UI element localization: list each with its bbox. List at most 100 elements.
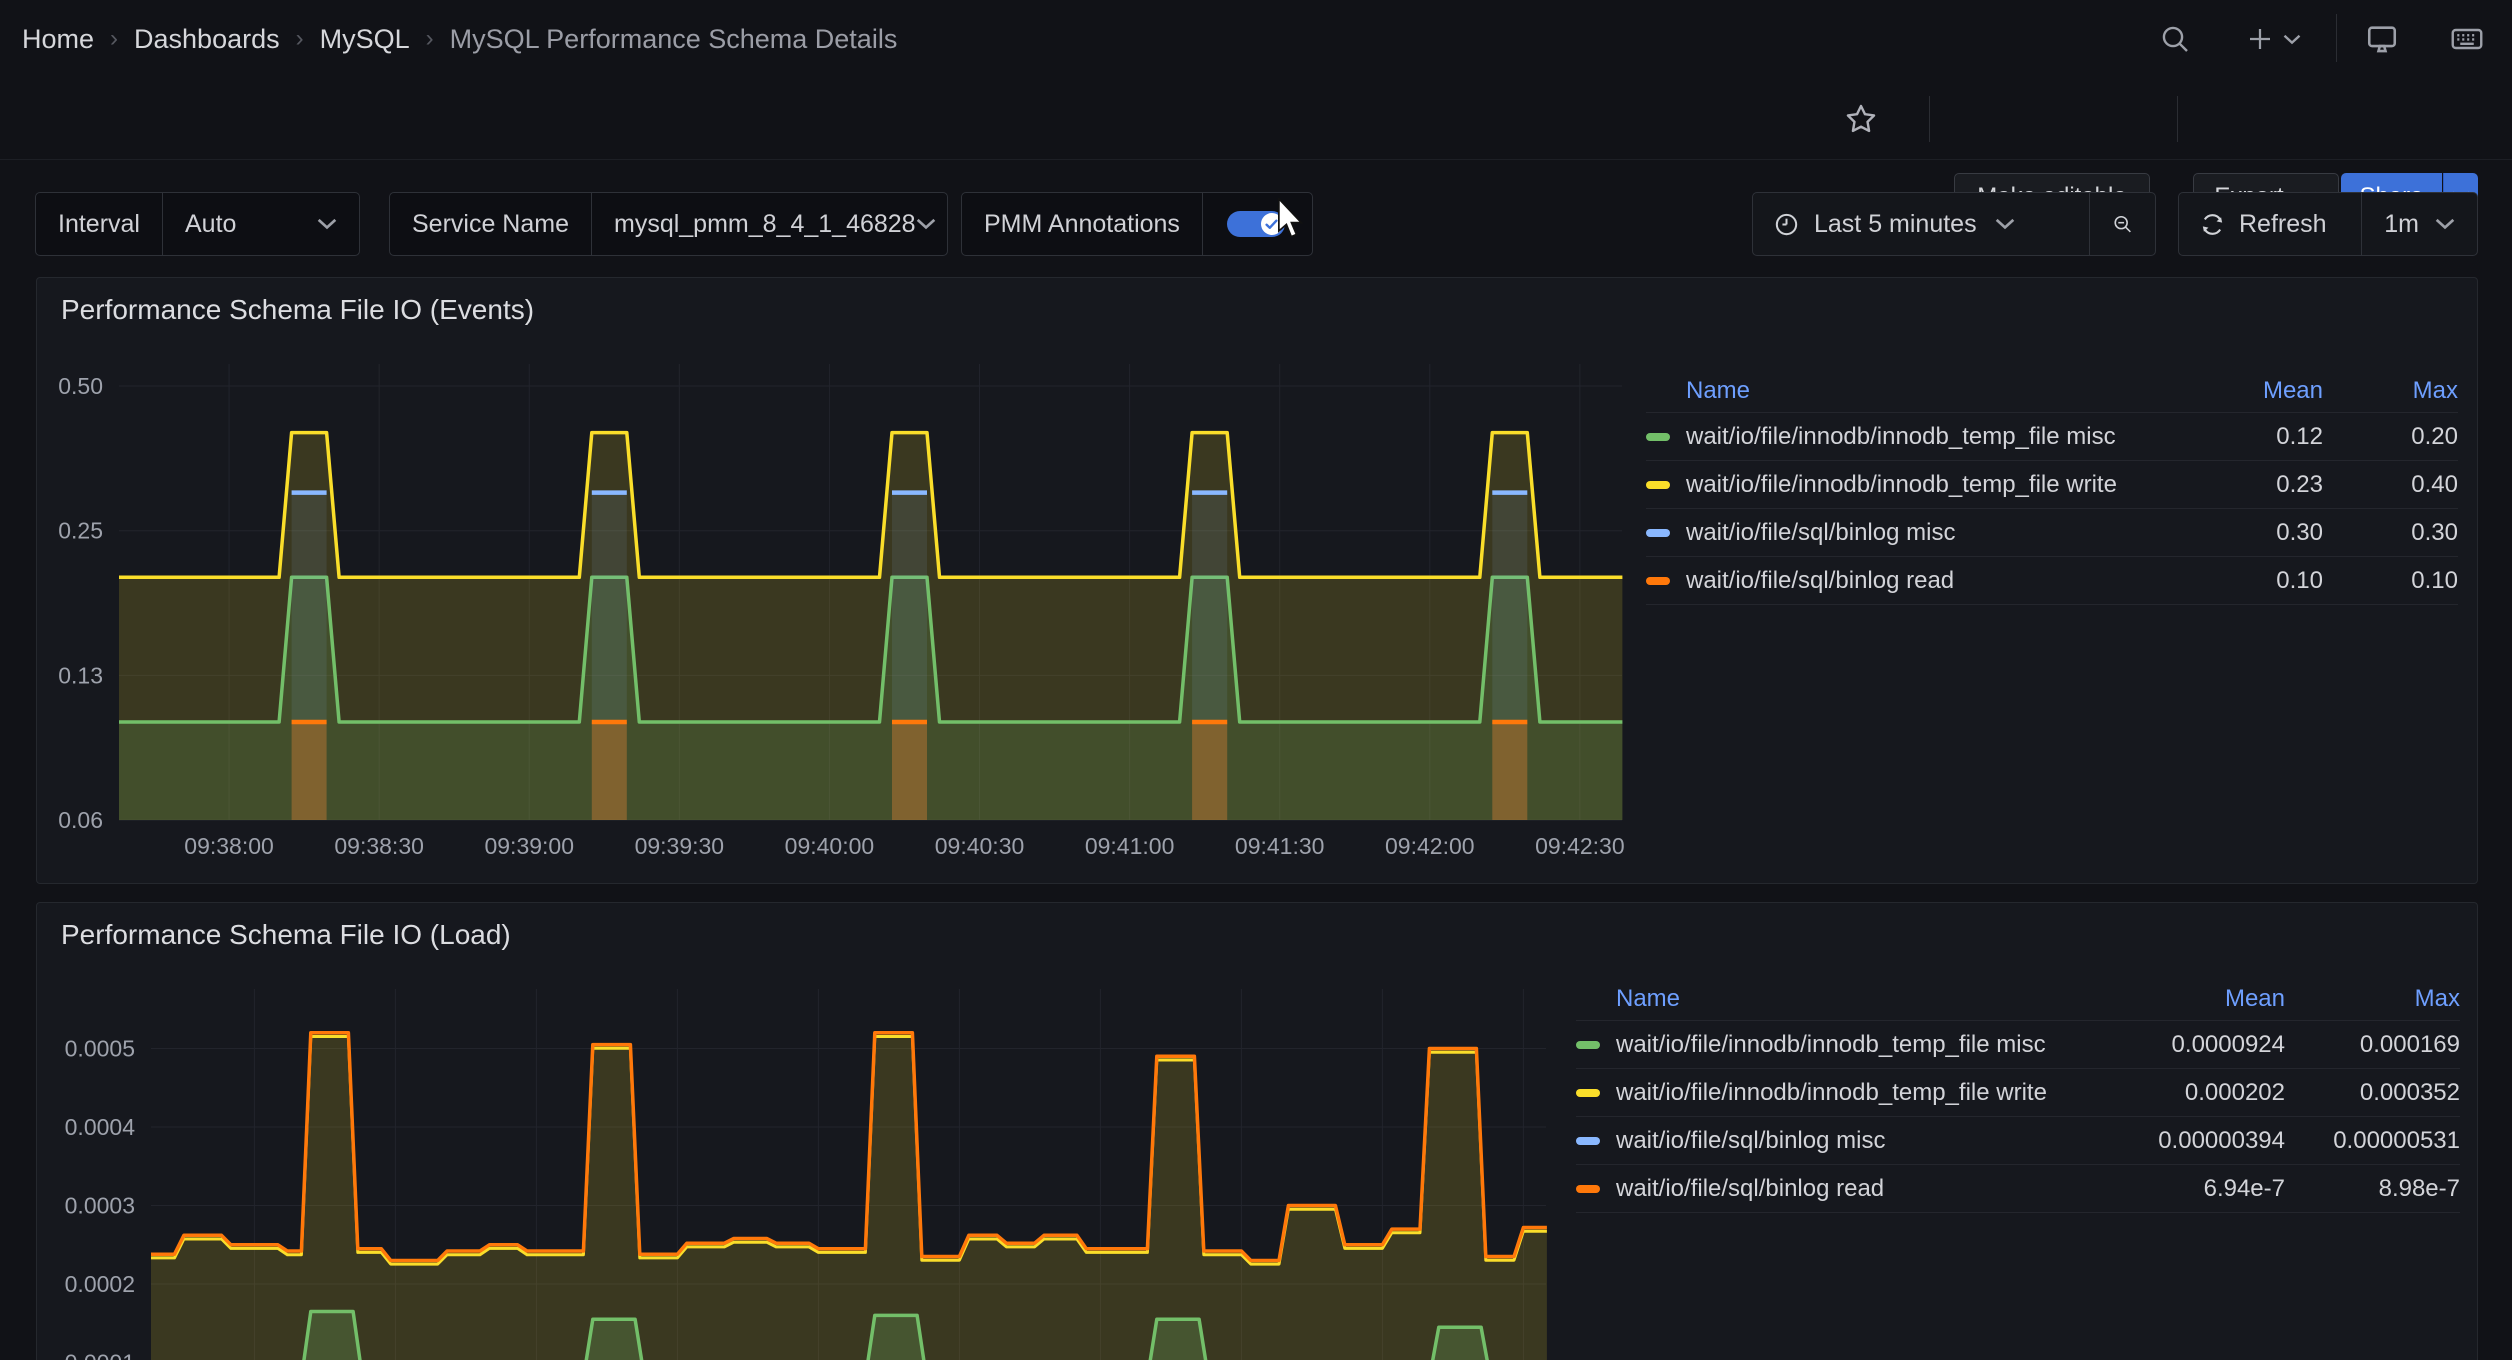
chevron-down-icon: [1995, 218, 2015, 230]
add-chevron-down-icon[interactable]: [2275, 11, 2309, 67]
breadcrumb-separator: ›: [110, 25, 118, 53]
x-axis-tick: 09:40:30: [935, 833, 1025, 859]
series-name[interactable]: wait/io/file/sql/binlog misc: [1686, 519, 2153, 547]
series-mean-value: 0.23: [2153, 471, 2323, 499]
zoom-out-icon: [2112, 209, 2133, 239]
legend-row: wait/io/file/sql/binlog read 6.94e-7 8.9…: [1576, 1165, 2460, 1213]
series-mean-value: 0.30: [2153, 519, 2323, 547]
service-name-variable: Service Name mysql_pmm_8_4_1_46828: [389, 192, 948, 256]
series-mean-value: 0.000202: [2100, 1079, 2285, 1107]
y-axis-tick: 0.06: [58, 807, 103, 833]
series-max-value: 8.98e-7: [2285, 1175, 2460, 1203]
breadcrumb-current-page: MySQL Performance Schema Details: [450, 24, 898, 55]
series-name[interactable]: wait/io/file/innodb/innodb_temp_file wri…: [1686, 471, 2153, 499]
series-max-value: 0.40: [2323, 471, 2458, 499]
series-max-value: 0.00000531: [2285, 1127, 2460, 1155]
legend-header-name[interactable]: Name: [1616, 985, 2100, 1013]
x-axis-tick: 09:41:30: [1235, 833, 1325, 859]
series-name[interactable]: wait/io/file/innodb/innodb_temp_file mis…: [1686, 423, 2153, 451]
refresh-icon: [2199, 211, 2226, 238]
legend-header-max[interactable]: Max: [2323, 377, 2458, 405]
pmm-annotations-toggle[interactable]: [1202, 193, 1309, 255]
time-range-button[interactable]: Last 5 minutes: [1753, 193, 2089, 255]
legend-header-name[interactable]: Name: [1686, 377, 2153, 405]
x-axis-tick: 09:39:30: [635, 833, 725, 859]
series-max-value: 0.000352: [2285, 1079, 2460, 1107]
legend-header-mean[interactable]: Mean: [2100, 985, 2285, 1013]
series-mean-value: 0.00000394: [2100, 1127, 2285, 1155]
series-name[interactable]: wait/io/file/innodb/innodb_temp_file wri…: [1616, 1079, 2100, 1107]
legend-header-mean[interactable]: Mean: [2153, 377, 2323, 405]
clock-icon: [1773, 211, 1800, 238]
series-max-value: 0.30: [2323, 519, 2458, 547]
legend-row: wait/io/file/innodb/innodb_temp_file mis…: [1576, 1021, 2460, 1069]
y-axis-tick: 0.0003: [65, 1193, 135, 1219]
pmm-annotations-label: PMM Annotations: [962, 193, 1202, 255]
check-icon: [1265, 219, 1278, 230]
series-max-value: 0.000169: [2285, 1031, 2460, 1059]
chevron-down-icon: [916, 218, 936, 230]
star-icon[interactable]: [1833, 91, 1889, 147]
breadcrumb-home[interactable]: Home: [22, 24, 94, 55]
series-color-chip: [1646, 481, 1670, 489]
interval-label: Interval: [36, 193, 162, 255]
refresh-picker: Refresh 1m: [2178, 192, 2478, 256]
y-axis-tick: 0.13: [58, 662, 103, 688]
series-mean-value: 0.10: [2153, 567, 2323, 595]
kiosk-mode-icon[interactable]: [2354, 11, 2410, 67]
nav-divider: [2336, 14, 2337, 62]
breadcrumb-separator: ›: [296, 25, 304, 53]
series-name[interactable]: wait/io/file/sql/binlog read: [1616, 1175, 2100, 1203]
x-axis-tick: 09:38:00: [184, 833, 274, 859]
toggle-pill: [1227, 211, 1285, 237]
toggle-knob: [1261, 213, 1283, 235]
grafana-dashboard: Home › Dashboards › MySQL › MySQL Perfor…: [0, 0, 2512, 1360]
interval-select[interactable]: Auto: [162, 193, 359, 255]
series-mean-value: 0.0000924: [2100, 1031, 2285, 1059]
breadcrumb-separator: ›: [426, 25, 434, 53]
legend-header-row: Name Mean Max: [1646, 369, 2458, 413]
breadcrumb: Home › Dashboards › MySQL › MySQL Perfor…: [22, 0, 897, 78]
legend-row: wait/io/file/sql/binlog read 0.10 0.10: [1646, 557, 2458, 605]
x-axis-tick: 09:40:00: [785, 833, 875, 859]
refresh-button[interactable]: Refresh: [2179, 193, 2361, 255]
load-legend: Name Mean Max wait/io/file/innodb/innodb…: [1576, 977, 2460, 1213]
search-icon[interactable]: [2147, 11, 2203, 67]
y-axis-tick: 0.0005: [65, 1036, 135, 1062]
series-name[interactable]: wait/io/file/sql/binlog read: [1686, 567, 2153, 595]
pmm-annotations-control: PMM Annotations: [961, 192, 1313, 256]
x-axis-tick: 09:39:00: [484, 833, 574, 859]
service-name-label: Service Name: [390, 193, 591, 255]
series-color-chip: [1576, 1185, 1600, 1193]
series-color-chip: [1646, 529, 1670, 537]
x-axis-tick: 09:42:00: [1385, 833, 1475, 859]
service-name-select[interactable]: mysql_pmm_8_4_1_46828: [591, 193, 958, 255]
legend-row: wait/io/file/innodb/innodb_temp_file wri…: [1576, 1069, 2460, 1117]
breadcrumb-mysql[interactable]: MySQL: [320, 24, 410, 55]
series-max-value: 0.20: [2323, 423, 2458, 451]
y-axis-tick: 0.0001: [65, 1350, 135, 1360]
panel-performance-schema-file-io-load: Performance Schema File IO (Load) 0.0005…: [36, 902, 2478, 1360]
dashboard-toolbar: Make editable Export Share: [0, 78, 2512, 160]
panel-performance-schema-file-io-events: Performance Schema File IO (Events) 0.50…: [36, 277, 2478, 884]
legend-row: wait/io/file/sql/binlog misc 0.30 0.30: [1646, 509, 2458, 557]
legend-header-max[interactable]: Max: [2285, 985, 2460, 1013]
refresh-interval-select[interactable]: 1m: [2361, 193, 2477, 255]
interval-variable: Interval Auto: [35, 192, 360, 256]
legend-row: wait/io/file/innodb/innodb_temp_file mis…: [1646, 413, 2458, 461]
legend-row: wait/io/file/innodb/innodb_temp_file wri…: [1646, 461, 2458, 509]
keyboard-shortcuts-icon[interactable]: [2439, 11, 2495, 67]
breadcrumb-dashboards[interactable]: Dashboards: [134, 24, 280, 55]
series-name[interactable]: wait/io/file/sql/binlog misc: [1616, 1127, 2100, 1155]
series-mean-value: 0.12: [2153, 423, 2323, 451]
series-color-chip: [1576, 1041, 1600, 1049]
y-axis-tick: 0.25: [58, 518, 103, 544]
zoom-out-button[interactable]: [2089, 193, 2155, 255]
legend-row: wait/io/file/sql/binlog misc 0.00000394 …: [1576, 1117, 2460, 1165]
time-range-picker: Last 5 minutes: [1752, 192, 2156, 256]
series-name[interactable]: wait/io/file/innodb/innodb_temp_file mis…: [1616, 1031, 2100, 1059]
x-axis-tick: 09:41:00: [1085, 833, 1175, 859]
x-axis-tick: 09:42:30: [1535, 833, 1625, 859]
events-legend: Name Mean Max wait/io/file/innodb/innodb…: [1646, 369, 2458, 605]
y-axis-tick: 0.0004: [65, 1114, 136, 1140]
